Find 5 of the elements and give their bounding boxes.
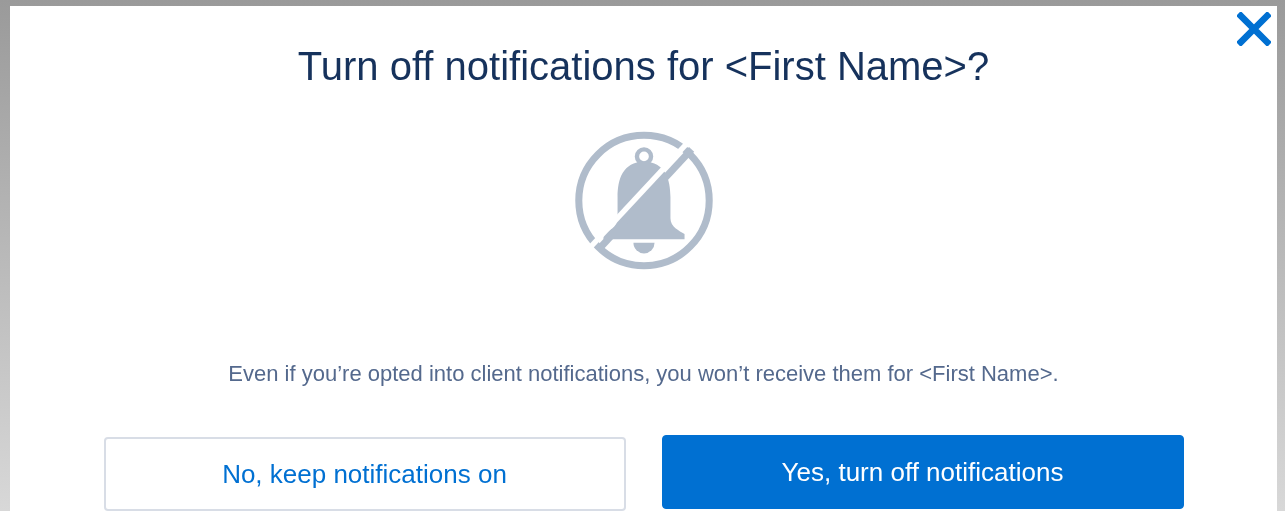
dialog-message: Even if you’re opted into client notifications, you won’t receive them for <First Name>. [228,361,1059,387]
dialog-title: Turn off notifications for <First Name>? [297,43,990,90]
cancel-button[interactable]: No, keep notifications on [103,437,626,511]
close-icon[interactable] [1237,12,1271,46]
confirm-button[interactable]: Yes, turn off notifications [661,435,1184,509]
